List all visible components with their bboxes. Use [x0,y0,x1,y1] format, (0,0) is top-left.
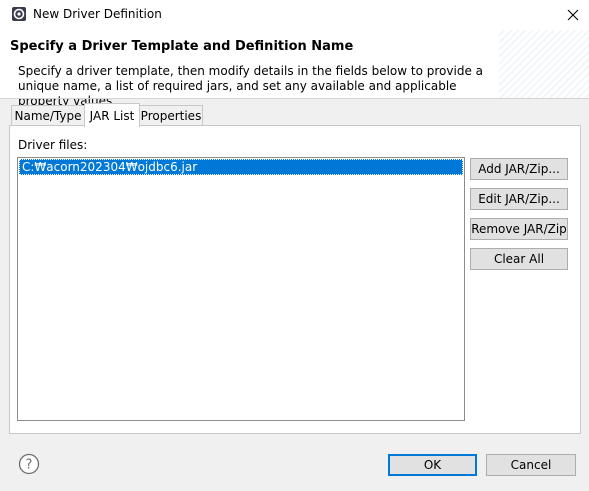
tab-label: Properties [140,109,202,123]
wizard-header: Specify a Driver Template and Definition… [0,30,589,108]
header-title: Specify a Driver Template and Definition… [10,39,354,54]
driver-files-label: Driver files: [18,138,88,152]
help-icon[interactable]: ? [18,453,40,475]
title-bar: New Driver Definition [0,0,589,30]
window-title: New Driver Definition [33,7,162,21]
ok-button[interactable]: OK [388,454,477,476]
cancel-button[interactable]: Cancel [486,454,576,476]
tab-label: Name/Type [14,109,82,123]
eclipse-gear-icon [12,7,26,21]
tab-name-type[interactable]: Name/Type [11,105,85,126]
remove-jar-button[interactable]: Remove JAR/Zip [470,218,568,240]
close-button[interactable] [560,3,586,27]
list-item[interactable]: C:₩acorn202304₩ojdbc6.jar [19,159,463,175]
tab-jar-list[interactable]: JAR List [84,103,140,127]
clear-all-button[interactable]: Clear All [470,248,568,270]
driver-files-list[interactable]: C:₩acorn202304₩ojdbc6.jar [17,157,465,421]
close-icon [567,9,579,21]
tab-label: JAR List [89,108,135,123]
header-separator [0,98,589,99]
tab-properties[interactable]: Properties [139,105,203,126]
header-decoration [499,30,589,98]
add-jar-button[interactable]: Add JAR/Zip... [470,158,568,180]
edit-jar-button[interactable]: Edit JAR/Zip... [470,188,568,210]
svg-text:?: ? [26,458,33,473]
